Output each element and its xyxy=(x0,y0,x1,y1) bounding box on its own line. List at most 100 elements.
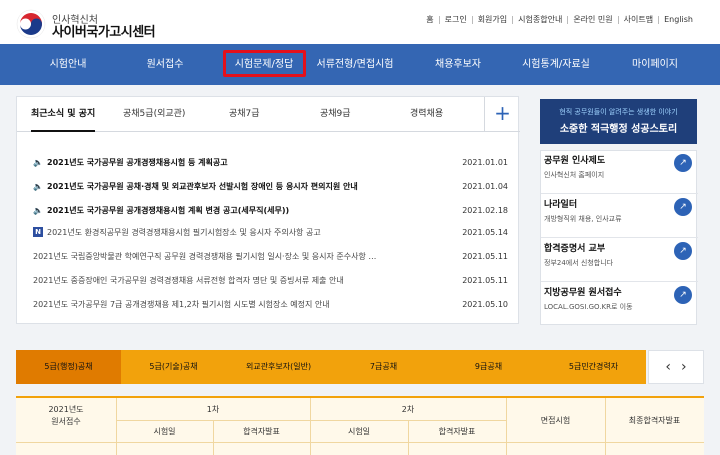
tab-grade7[interactable]: 공채7급 xyxy=(229,97,260,132)
list-item[interactable]: 2021년도 국가공무원 7급 공개경쟁채용 제1,2차 필기시험 시도별 시험… xyxy=(33,293,508,315)
news-date: 2021.05.11 xyxy=(462,275,508,285)
chevron-left-icon[interactable]: ‹ xyxy=(665,359,671,375)
speaker-icon: 🔈 xyxy=(33,181,43,191)
util-home[interactable]: 홈 xyxy=(421,14,438,25)
chevron-right-icon[interactable]: › xyxy=(681,359,687,375)
tab-grade9[interactable]: 공채9급 xyxy=(320,97,351,132)
quick-link-sub: 개방형직위 채용, 인사교류 xyxy=(544,215,622,223)
news-date: 2021.01.01 xyxy=(462,157,508,167)
banner-subtitle: 현직 공무원들이 알려주는 생생한 이야기 xyxy=(559,108,678,116)
util-english[interactable]: English xyxy=(659,15,698,24)
quick-link-title: 공무원 인사제도 xyxy=(544,156,606,166)
tab-recent-news[interactable]: 최근소식 및 공지 xyxy=(31,97,96,132)
news-tabs: 최근소식 및 공지 공채5급(외교관) 공채7급 공채9급 경력채용 + xyxy=(17,97,520,132)
site-title[interactable]: 사이버국가고시센터 xyxy=(52,21,156,40)
list-item[interactable]: 2021년도 국립중앙박물관 학예연구직 공무원 경력경쟁채용 필기시험 일시·… xyxy=(33,245,508,267)
divider xyxy=(213,420,214,455)
speaker-icon: 🔈 xyxy=(33,205,43,215)
quick-link-title: 합격증명서 교부 xyxy=(544,244,606,254)
quick-link-sub: 인사혁신처 홈페이지 xyxy=(544,171,605,179)
news-date: 2021.05.14 xyxy=(462,227,508,237)
util-exam-guide[interactable]: 시험종합안내 xyxy=(513,14,567,25)
new-badge-icon: N xyxy=(33,227,43,237)
external-link-icon[interactable]: ↗ xyxy=(674,286,692,304)
list-item[interactable]: N 2021년도 환경직공무원 경력경쟁채용시험 필기시험장소 및 응시자 주의… xyxy=(33,221,508,243)
exam-category-tabs: 5급(행정)공채 5급(기술)공채 외교관후보자(일반) 7급공채 9급공채 5… xyxy=(16,350,646,384)
col-application: 원서접수 xyxy=(51,416,81,426)
news-date: 2021.01.04 xyxy=(462,181,508,191)
main-nav: 시험안내 원서접수 시험문제/정답 서류전형/면접시험 채용후보자 시험통계/자… xyxy=(0,44,720,85)
nav-documents-interview[interactable]: 서류전형/면접시험 xyxy=(300,44,410,85)
divider xyxy=(116,420,506,421)
exam-tab-arrows: ‹ › xyxy=(648,350,704,384)
divider xyxy=(16,442,704,443)
quick-link-hr-system[interactable]: 공무원 인사제도 인사혁신처 홈페이지 ↗ xyxy=(541,151,698,194)
external-link-icon[interactable]: ↗ xyxy=(674,242,692,260)
speaker-icon: 🔈 xyxy=(33,157,43,167)
more-plus-icon[interactable]: + xyxy=(484,97,520,132)
quick-link-narailteo[interactable]: 나라일터 개방형직위 채용, 인사교류 ↗ xyxy=(541,195,698,238)
nav-mypage[interactable]: 마이페이지 xyxy=(605,44,705,85)
nav-statistics[interactable]: 시험통계/자료실 xyxy=(506,44,606,85)
news-panel: 최근소식 및 공지 공채5급(외교관) 공채7급 공채9급 경력채용 + 🔈 2… xyxy=(16,96,520,324)
news-date: 2021.05.11 xyxy=(462,251,508,261)
exam-tab-grade5-admin[interactable]: 5급(행정)공채 xyxy=(16,350,121,384)
news-title: 2021년도 국가공무원 공개경쟁채용시험 등 계획공고 xyxy=(47,157,228,167)
divider xyxy=(310,398,311,455)
news-title: 2021년도 국가공무원 공채·경채 및 외교관후보자 선발시험 장애인 등 응… xyxy=(47,181,358,191)
exam-tab-diplomat[interactable]: 외교관후보자(일반) xyxy=(226,350,331,384)
news-date: 2021.02.18 xyxy=(462,205,508,215)
active-admin-banner[interactable]: 현직 공무원들이 알려주는 생생한 이야기 소중한 적극행정 성공스토리 xyxy=(540,99,697,144)
quick-link-sub: LOCAL.GOSI.GO.KR로 이동 xyxy=(544,303,633,311)
exam-tab-grade5-tech[interactable]: 5급(기술)공채 xyxy=(121,350,226,384)
tab-career[interactable]: 경력채용 xyxy=(410,97,443,132)
news-title: 2021년도 중증장애인 국가공무원 경력경쟁채용 서류전형 합격자 명단 및 … xyxy=(33,275,344,285)
site-header: 인사혁신처 사이버국가고시센터 홈 로그인 회원가입 시험종합안내 온라인 민원… xyxy=(0,0,720,44)
external-link-icon[interactable]: ↗ xyxy=(674,198,692,216)
nav-candidates[interactable]: 채용후보자 xyxy=(408,44,508,85)
utility-links: 홈 로그인 회원가입 시험종합안내 온라인 민원 사이트맵 English xyxy=(421,14,698,25)
list-item[interactable]: 🔈 2021년도 국가공무원 공개경쟁채용시험 계획 변경 공고(세무직(세무)… xyxy=(33,199,508,221)
exam-tab-grade9[interactable]: 9급공채 xyxy=(436,350,541,384)
util-online-service[interactable]: 온라인 민원 xyxy=(568,14,617,25)
col-final-result: 최종합격자발표 xyxy=(628,415,681,425)
sub-result-1: 합격자발표 xyxy=(243,426,280,436)
schedule-table: 2021년도 원서접수 1차 2차 면접시험 최종합격자발표 시험일 합격자발표… xyxy=(16,396,704,455)
util-sitemap[interactable]: 사이트맵 xyxy=(619,14,658,25)
banner-title: 소중한 적극행정 성공스토리 xyxy=(559,124,678,135)
col-round2: 2차 xyxy=(401,404,415,414)
news-title: 2021년도 환경직공무원 경력경쟁채용시험 필기시험장소 및 응시자 주의사항… xyxy=(47,227,321,237)
quick-link-title: 나라일터 xyxy=(544,200,578,210)
sub-exam-date-1: 시험일 xyxy=(153,426,176,436)
nav-application[interactable]: 원서접수 xyxy=(115,44,215,85)
external-link-icon[interactable]: ↗ xyxy=(674,154,692,172)
divider xyxy=(116,398,117,455)
list-item[interactable]: 2021년도 중증장애인 국가공무원 경력경쟁채용 서류전형 합격자 명단 및 … xyxy=(33,269,508,291)
news-title: 2021년도 국립중앙박물관 학예연구직 공무원 경력경쟁채용 필기시험 일시·… xyxy=(33,251,377,261)
news-title: 2021년도 국가공무원 공개경쟁채용시험 계획 변경 공고(세무직(세무)) xyxy=(47,205,290,215)
highlight-box xyxy=(223,50,306,77)
divider xyxy=(506,398,507,455)
util-signup[interactable]: 회원가입 xyxy=(473,14,512,25)
quick-link-certificate[interactable]: 합격증명서 교부 정부24에서 신청합니다 ↗ xyxy=(541,239,698,282)
sub-exam-date-2: 시험일 xyxy=(347,426,371,436)
quick-link-sub: 정부24에서 신청합니다 xyxy=(544,259,614,267)
news-title: 2021년도 국가공무원 7급 공개경쟁채용 제1,2차 필기시험 시도별 시험… xyxy=(33,299,330,309)
nav-exam-guide[interactable]: 시험안내 xyxy=(18,44,118,85)
tab-grade5-diplomat[interactable]: 공채5급(외교관) xyxy=(123,97,185,132)
quick-link-local-exam[interactable]: 지방공무원 원서접수 LOCAL.GOSI.GO.KR로 이동 ↗ xyxy=(541,283,698,326)
exam-tab-private-career[interactable]: 5급민간경력자 xyxy=(541,350,646,384)
list-item[interactable]: 🔈 2021년도 국가공무원 공채·경채 및 외교관후보자 선발시험 장애인 등… xyxy=(33,175,508,197)
news-date: 2021.05.10 xyxy=(462,299,508,309)
col-interview: 면접시험 xyxy=(540,415,571,425)
taegeuk-logo-icon[interactable] xyxy=(16,9,46,39)
divider xyxy=(408,420,409,455)
exam-tab-grade7[interactable]: 7급공채 xyxy=(331,350,436,384)
quick-links: 공무원 인사제도 인사혁신처 홈페이지 ↗ 나라일터 개방형직위 채용, 인사교… xyxy=(540,150,698,326)
quick-link-title: 지방공무원 원서접수 xyxy=(544,288,622,298)
list-item[interactable]: 🔈 2021년도 국가공무원 공개경쟁채용시험 등 계획공고 2021.01.0… xyxy=(33,151,508,173)
util-login[interactable]: 로그인 xyxy=(440,14,472,25)
col-round1: 1차 xyxy=(206,404,220,414)
divider xyxy=(605,398,606,455)
sub-result-2: 합격자발표 xyxy=(438,426,476,436)
